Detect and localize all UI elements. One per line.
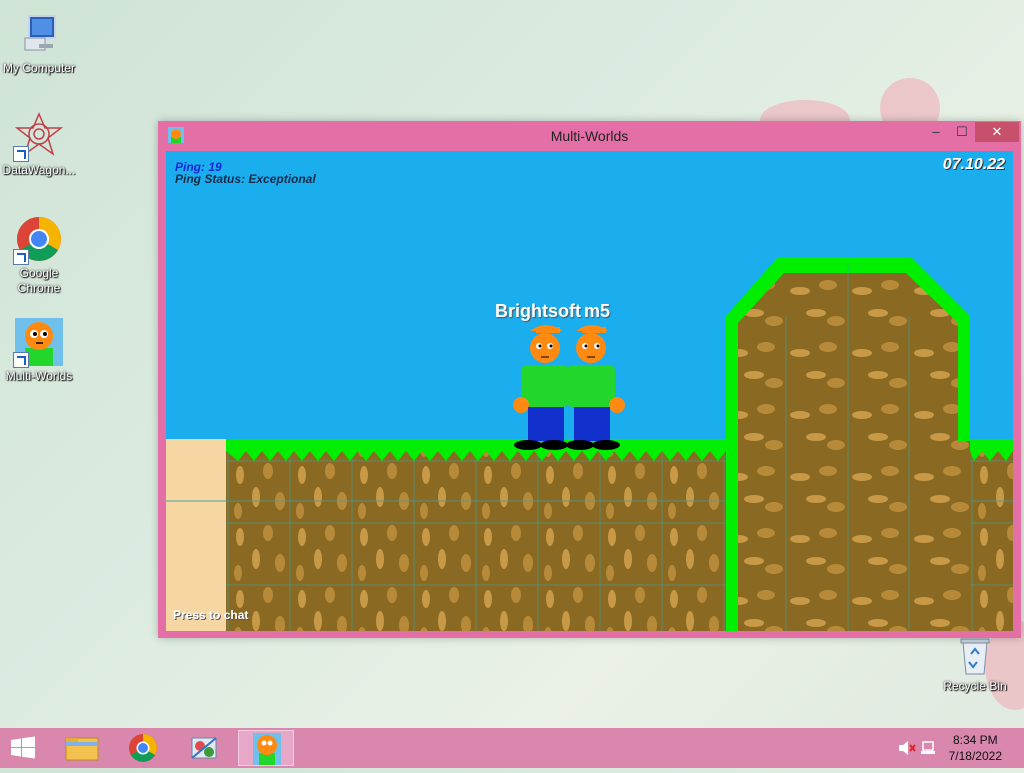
shortcut-arrow-icon [13, 146, 29, 162]
datawagon-icon [13, 112, 64, 162]
desktop-icon-label: DataWagon... [2, 163, 76, 177]
maximize-button[interactable]: ☐ [949, 122, 975, 142]
window-title: Multi-Worlds [550, 128, 629, 144]
taskbar-control-panel[interactable] [176, 730, 232, 766]
desktop-icon-multi-worlds[interactable]: Multi-Worlds [0, 318, 81, 384]
ground-dirt [226, 439, 726, 631]
sand-block [166, 439, 226, 631]
chrome-icon [129, 734, 157, 762]
taskbar-clock[interactable]: 8:34 PM 7/18/2022 [949, 732, 1002, 764]
chrome-icon [13, 215, 63, 265]
shortcut-arrow-icon [13, 352, 29, 368]
chat-hint: Press to chat [173, 608, 249, 622]
clock-time: 8:34 PM [952, 733, 998, 747]
control-panel-icon [191, 737, 217, 759]
taskbar: 8:34 PM 7/18/2022 [0, 728, 1024, 768]
ping-status-label: Ping Status: Exceptional [175, 172, 316, 186]
file-explorer-icon [65, 737, 99, 761]
desktop-icon-label: My Computer [2, 61, 76, 75]
desktop-icon-recycle-bin[interactable]: Recycle Bin [933, 636, 1017, 694]
desktop-icon-label: Google Chrome [17, 266, 61, 295]
game-world [166, 257, 1013, 631]
recycle-bin-icon [955, 636, 995, 676]
minimize-button[interactable]: – [923, 122, 949, 142]
game-canvas[interactable]: Ping: 19 Ping Status: Exceptional 07.10.… [166, 151, 1013, 631]
desktop-icon-my-computer[interactable]: My Computer [0, 10, 81, 76]
player-character [513, 325, 569, 450]
multi-worlds-window[interactable]: Multi-Worlds – ☐ ✕ Ping: 19 Ping Status:… [158, 121, 1021, 638]
desktop-icon-label: Recycle Bin [943, 679, 1007, 693]
multiworlds-icon [253, 733, 281, 765]
player-name-tag: Brightsoft [495, 301, 581, 321]
taskbar-chrome[interactable] [115, 730, 171, 766]
network-icon[interactable] [921, 741, 935, 754]
start-button[interactable] [0, 730, 46, 766]
game-date: 07.10.22 [942, 156, 1005, 173]
computer-icon [15, 10, 63, 58]
player-character [566, 325, 625, 450]
shortcut-arrow-icon [13, 249, 29, 265]
window-titlebar[interactable]: Multi-Worlds – ☐ ✕ [158, 121, 1021, 150]
grass-strip [970, 439, 1013, 461]
windows-start-icon [11, 736, 35, 759]
desktop-icon-datawagon[interactable]: DataWagon... [0, 112, 81, 178]
hill-dirt [738, 273, 970, 631]
player-name-tag: m5 [584, 301, 611, 321]
ground-dirt [970, 439, 1013, 631]
desktop-icon-label: Multi-Worlds [5, 369, 73, 383]
system-tray [895, 728, 941, 768]
clock-date: 7/18/2022 [948, 749, 1002, 763]
desktop-icon-google-chrome[interactable]: Google Chrome [0, 215, 81, 296]
multiworlds-icon [13, 318, 63, 368]
volume-muted-icon[interactable] [899, 741, 916, 755]
close-button[interactable]: ✕ [975, 122, 1019, 142]
taskbar-file-explorer[interactable] [54, 730, 110, 766]
taskbar-multi-worlds[interactable] [238, 730, 294, 766]
